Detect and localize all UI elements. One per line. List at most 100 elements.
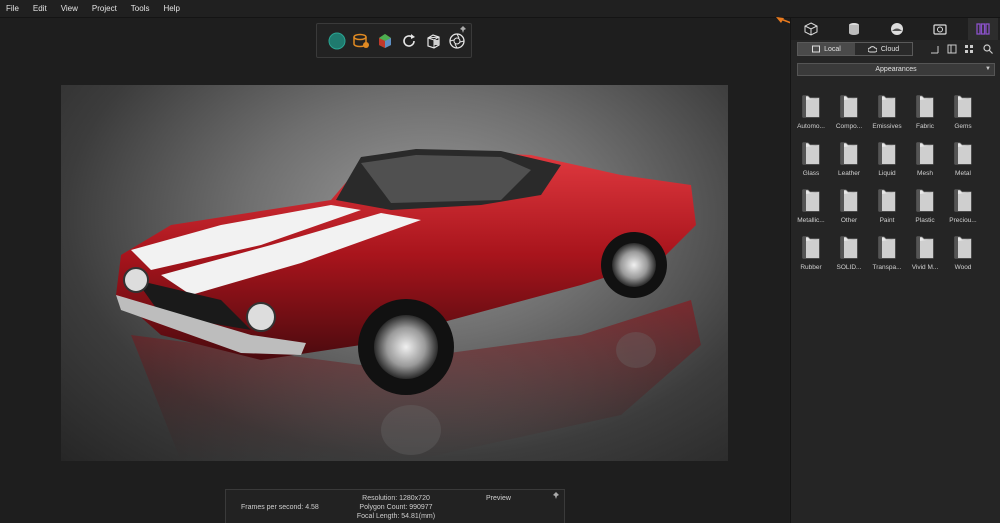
library-tab[interactable] bbox=[968, 18, 998, 40]
materials-tab[interactable] bbox=[839, 18, 869, 40]
cloud-icon bbox=[867, 46, 877, 53]
menu-project[interactable]: Project bbox=[85, 4, 124, 13]
chevron-down-icon: ▼ bbox=[985, 66, 991, 72]
folder-item[interactable]: Fabric bbox=[906, 90, 944, 136]
cylinder-icon bbox=[849, 23, 859, 35]
folder-item[interactable]: Transpa... bbox=[868, 231, 906, 277]
folder-item[interactable]: Glass bbox=[792, 137, 830, 183]
local-label: Local bbox=[824, 45, 841, 53]
cameras-tab[interactable] bbox=[925, 18, 955, 40]
car-render bbox=[116, 149, 701, 461]
material-icon[interactable] bbox=[375, 31, 394, 50]
folder-label: Other bbox=[840, 217, 858, 224]
folder-label: Automo... bbox=[797, 123, 825, 130]
folder-icon bbox=[916, 236, 934, 259]
local-drive-icon bbox=[812, 45, 821, 53]
folder-icon bbox=[802, 236, 820, 259]
cloud-button[interactable]: Cloud bbox=[855, 43, 912, 55]
folder-icon bbox=[802, 189, 820, 212]
folder-item[interactable]: Automo... bbox=[792, 90, 830, 136]
library-icon bbox=[976, 23, 990, 35]
folder-label: Fabric bbox=[915, 123, 935, 130]
cube-icon[interactable] bbox=[423, 31, 442, 50]
preview-label: Preview bbox=[486, 495, 511, 502]
folder-item[interactable]: Mesh bbox=[906, 137, 944, 183]
folder-item[interactable]: Leather bbox=[830, 137, 868, 183]
folder-item[interactable]: Rubber bbox=[792, 231, 830, 277]
folder-icon bbox=[954, 142, 972, 165]
folder-item[interactable]: Other bbox=[830, 184, 868, 230]
folder-icon bbox=[802, 95, 820, 118]
folder-label: Leather bbox=[837, 170, 861, 177]
menu-edit[interactable]: Edit bbox=[26, 4, 54, 13]
cube-icon bbox=[804, 22, 818, 36]
polygon-count-readout: Polygon Count: 990977 bbox=[359, 504, 433, 511]
folder-icon bbox=[840, 95, 858, 118]
camera-icon bbox=[933, 24, 947, 35]
category-dropdown-value: Appearances bbox=[875, 66, 917, 73]
folder-label: Vivid M... bbox=[911, 264, 939, 271]
render-info: Resolution: 1280x720 Polygon Count: 9909… bbox=[356, 494, 436, 521]
folder-item[interactable]: Wood bbox=[944, 231, 982, 277]
folder-label: Paint bbox=[879, 217, 895, 224]
folder-label: Metallic... bbox=[797, 217, 825, 224]
folder-icon bbox=[878, 236, 896, 259]
folder-label: SOLID... bbox=[836, 264, 862, 271]
folder-item[interactable]: Gems bbox=[944, 90, 982, 136]
folder-item[interactable]: Metallic... bbox=[792, 184, 830, 230]
folder-icon bbox=[954, 95, 972, 118]
category-dropdown[interactable]: Appearances ▼ bbox=[797, 63, 995, 76]
folder-icon bbox=[916, 95, 934, 118]
folder-label: Metal bbox=[955, 170, 971, 177]
folder-item[interactable]: SOLID... bbox=[830, 231, 868, 277]
pin-icon[interactable] bbox=[459, 26, 467, 34]
folder-label: Gems bbox=[954, 123, 972, 130]
fps-readout: Frames per second: 4.58 bbox=[241, 504, 319, 511]
folder-icon bbox=[954, 189, 972, 212]
folder-label: Glass bbox=[802, 170, 820, 177]
folder-label: Preciou... bbox=[949, 217, 977, 224]
folder-label: Transpa... bbox=[872, 264, 902, 271]
folder-icon bbox=[916, 142, 934, 165]
folder-icon bbox=[840, 236, 858, 259]
menu-help[interactable]: Help bbox=[156, 4, 186, 13]
folder-item[interactable]: Metal bbox=[944, 137, 982, 183]
folder-icon bbox=[840, 189, 858, 212]
grid-view-icon[interactable] bbox=[964, 44, 974, 54]
pin-icon[interactable] bbox=[552, 492, 560, 500]
folder-label: Mesh bbox=[917, 170, 933, 177]
folder-icon bbox=[878, 142, 896, 165]
collapse-icon[interactable] bbox=[929, 44, 939, 54]
panel-layout-icon[interactable] bbox=[947, 44, 957, 54]
folder-item[interactable]: Preciou... bbox=[944, 184, 982, 230]
folder-icon bbox=[840, 142, 858, 165]
folder-item[interactable]: Plastic bbox=[906, 184, 944, 230]
render-stats: Frames per second: 4.58 Resolution: 1280… bbox=[225, 489, 565, 523]
folder-item[interactable]: Vivid M... bbox=[906, 231, 944, 277]
folder-item[interactable]: Paint bbox=[868, 184, 906, 230]
search-icon[interactable] bbox=[983, 44, 993, 54]
menu-tools[interactable]: Tools bbox=[124, 4, 157, 13]
folder-icon bbox=[802, 142, 820, 165]
folder-label: Plastic bbox=[915, 217, 935, 224]
folder-item[interactable]: Emissives bbox=[868, 90, 906, 136]
render-stack-icon[interactable] bbox=[351, 31, 370, 50]
local-button[interactable]: Local bbox=[798, 43, 855, 55]
render-view[interactable] bbox=[61, 85, 728, 461]
folder-label: Compo... bbox=[835, 123, 863, 130]
sphere-icon[interactable] bbox=[327, 31, 346, 50]
folder-icon bbox=[916, 189, 934, 212]
models-tab[interactable] bbox=[796, 18, 826, 40]
folder-item[interactable]: Compo... bbox=[830, 90, 868, 136]
menu-file[interactable]: File bbox=[0, 4, 26, 13]
menu-view[interactable]: View bbox=[54, 4, 85, 13]
folder-icon bbox=[954, 236, 972, 259]
library-panel: Local Cloud Appearances ▼ Automo... Compo… bbox=[790, 18, 1000, 523]
refresh-icon[interactable] bbox=[399, 31, 418, 50]
environments-tab[interactable] bbox=[882, 18, 912, 40]
folder-icon bbox=[878, 189, 896, 212]
resolution-readout: Resolution: 1280x720 bbox=[362, 495, 430, 502]
folder-label: Rubber bbox=[800, 264, 822, 271]
environment-icon bbox=[891, 23, 903, 35]
folder-item[interactable]: Liquid bbox=[868, 137, 906, 183]
